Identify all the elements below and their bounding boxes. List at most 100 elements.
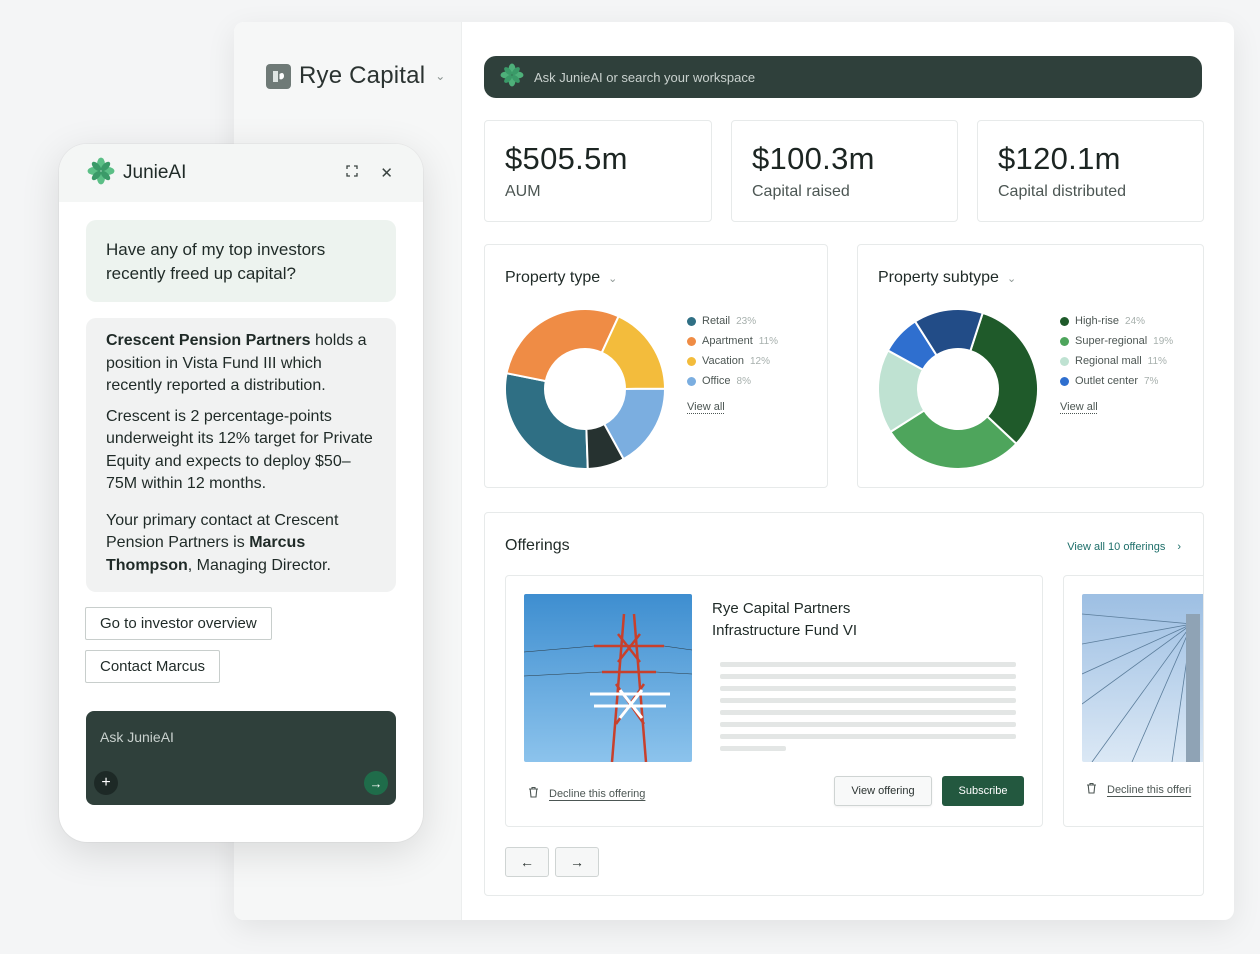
- legend-label: Vacation: [702, 355, 744, 367]
- legend-pct: 7%: [1143, 375, 1159, 387]
- property-type-card: Property type ⌄ Retail 23% Apartment 11%…: [484, 244, 828, 488]
- legend-item: Apartment 11%: [687, 331, 778, 351]
- legend-item: Office 8%: [687, 371, 778, 391]
- placeholder-line: [720, 710, 1016, 715]
- previous-button[interactable]: ←: [505, 847, 549, 877]
- donut-slice-apartment: [505, 308, 620, 383]
- view-all-link[interactable]: View all: [687, 401, 778, 413]
- legend-item: Outlet center 7%: [1060, 371, 1173, 391]
- junie-star-icon: [87, 157, 115, 190]
- arrow-right-icon: →: [570, 854, 584, 870]
- legend-pct: 19%: [1153, 335, 1174, 347]
- legend-item: Super-regional 19%: [1060, 331, 1173, 351]
- ai-bold-text: Crescent Pension Partners: [106, 332, 311, 349]
- go-to-investor-overview-button[interactable]: Go to investor overview: [85, 607, 272, 640]
- ai-bold-text: Marcus: [249, 534, 306, 551]
- property-subtype-legend: High-rise 24% Super-regional 19% Regiona…: [1060, 311, 1173, 413]
- placeholder-line: [720, 722, 1016, 727]
- stat-label: Capital raised: [752, 183, 850, 200]
- legend-dot: [687, 336, 696, 346]
- stat-card-capital-raised: $100.3m Capital raised: [731, 120, 958, 222]
- legend-item: Vacation 12%: [687, 351, 778, 371]
- legend-pct: 11%: [1147, 355, 1167, 367]
- stat-label: AUM: [505, 183, 541, 200]
- junie-star-icon: [500, 63, 524, 92]
- user-message: Have any of my top investors recently fr…: [86, 220, 396, 302]
- offerings-section: Offerings View all 10 offerings › Rye Ca…: [484, 512, 1204, 896]
- ai-paragraph: Crescent Pension Partners holds a positi…: [106, 330, 376, 398]
- offerings-title: Offerings: [505, 537, 570, 554]
- trash-icon: [528, 786, 539, 801]
- property-subtype-donut-chart: [877, 308, 1039, 470]
- expand-icon[interactable]: [346, 164, 359, 182]
- legend-label: Regional mall: [1075, 355, 1142, 367]
- legend-item: Retail 23%: [687, 311, 778, 331]
- legend-item: High-rise 24%: [1060, 311, 1173, 331]
- card-title-text: Property type: [505, 269, 601, 286]
- legend-dot: [1060, 376, 1069, 386]
- legend-item: Regional mall 11%: [1060, 351, 1173, 371]
- placeholder-line: [720, 698, 1016, 703]
- contact-marcus-button[interactable]: Contact Marcus: [85, 650, 221, 683]
- next-button[interactable]: →: [555, 847, 599, 877]
- legend-label: Office: [702, 375, 731, 387]
- card-title-text: Property subtype: [878, 269, 999, 286]
- property-subtype-title[interactable]: Property subtype ⌄: [878, 269, 1016, 287]
- property-type-legend: Retail 23% Apartment 11% Vacation 12% Of…: [687, 311, 778, 413]
- legend-label: Retail: [702, 315, 731, 327]
- stat-value: $120.1m: [998, 141, 1121, 176]
- view-offering-button[interactable]: View offering: [834, 776, 932, 806]
- placeholder-line: [720, 674, 1016, 679]
- send-arrow-icon[interactable]: →: [364, 771, 388, 795]
- legend-dot: [687, 356, 696, 366]
- ai-message: Crescent Pension Partners holds a positi…: [86, 318, 396, 592]
- junie-actions: ✕: [346, 164, 393, 182]
- junie-panel: JunieAI ✕ Have any of my top investors r…: [59, 144, 423, 842]
- trash-icon: [1086, 782, 1097, 797]
- legend-label: Outlet center: [1075, 375, 1138, 387]
- workspace-name: Rye Capital: [299, 62, 426, 89]
- arrow-left-icon: ←: [520, 854, 534, 870]
- view-all-offerings-link[interactable]: View all 10 offerings ›: [1067, 541, 1181, 553]
- chevron-down-icon: ⌄: [435, 69, 446, 83]
- placeholder-line: [720, 662, 1016, 667]
- legend-pct: 23%: [736, 315, 757, 327]
- offering-card: Decline this offeri: [1063, 575, 1203, 827]
- ai-bold-text: Thompson: [106, 556, 188, 574]
- property-type-title[interactable]: Property type ⌄: [505, 269, 617, 287]
- decline-offering-label: Decline this offeri: [1107, 783, 1192, 796]
- donut-slice-retail: [504, 372, 589, 470]
- decline-offering-label: Decline this offering: [549, 787, 646, 800]
- junie-title: JunieAI: [123, 162, 187, 183]
- view-all-link[interactable]: View all: [1060, 401, 1173, 413]
- stat-value: $505.5m: [505, 141, 628, 176]
- ai-paragraph: Your primary contact at Crescent Pension…: [106, 510, 376, 578]
- workspace-switcher[interactable]: Rye Capital ⌄: [266, 62, 445, 90]
- legend-label: Apartment: [702, 335, 753, 347]
- legend-pct: 24%: [1125, 315, 1146, 327]
- legend-dot: [1060, 316, 1069, 326]
- legend-label: High-rise: [1075, 315, 1120, 327]
- brand-logo-icon: [266, 63, 291, 89]
- view-all-offerings-label: View all 10 offerings: [1067, 541, 1166, 553]
- offering-title[interactable]: Rye Capital Partners Infrastructure Fund…: [712, 598, 912, 642]
- legend-dot: [687, 316, 696, 326]
- composer-input[interactable]: Ask JunieAI: [100, 729, 174, 745]
- decline-offering-link[interactable]: Decline this offeri: [1086, 782, 1191, 797]
- legend-dot: [1060, 356, 1069, 366]
- close-icon[interactable]: ✕: [380, 164, 393, 182]
- stat-label: Capital distributed: [998, 183, 1127, 200]
- decline-offering-link[interactable]: Decline this offering: [528, 786, 645, 801]
- plus-icon[interactable]: +: [94, 771, 118, 795]
- search-bar[interactable]: Ask JunieAI or search your workspace: [484, 56, 1202, 98]
- junie-composer[interactable]: Ask JunieAI + →: [86, 711, 396, 805]
- offering-card: Rye Capital Partners Infrastructure Fund…: [505, 575, 1043, 827]
- property-type-donut-chart: [504, 308, 667, 470]
- ai-paragraph: Crescent is 2 percentage-points underwei…: [106, 407, 373, 493]
- offering-image: [1082, 594, 1203, 762]
- placeholder-line: [720, 686, 1016, 691]
- junie-header: JunieAI ✕: [59, 144, 423, 202]
- subscribe-button[interactable]: Subscribe: [942, 776, 1024, 806]
- legend-pct: 12%: [750, 355, 771, 367]
- offering-image: [524, 594, 692, 762]
